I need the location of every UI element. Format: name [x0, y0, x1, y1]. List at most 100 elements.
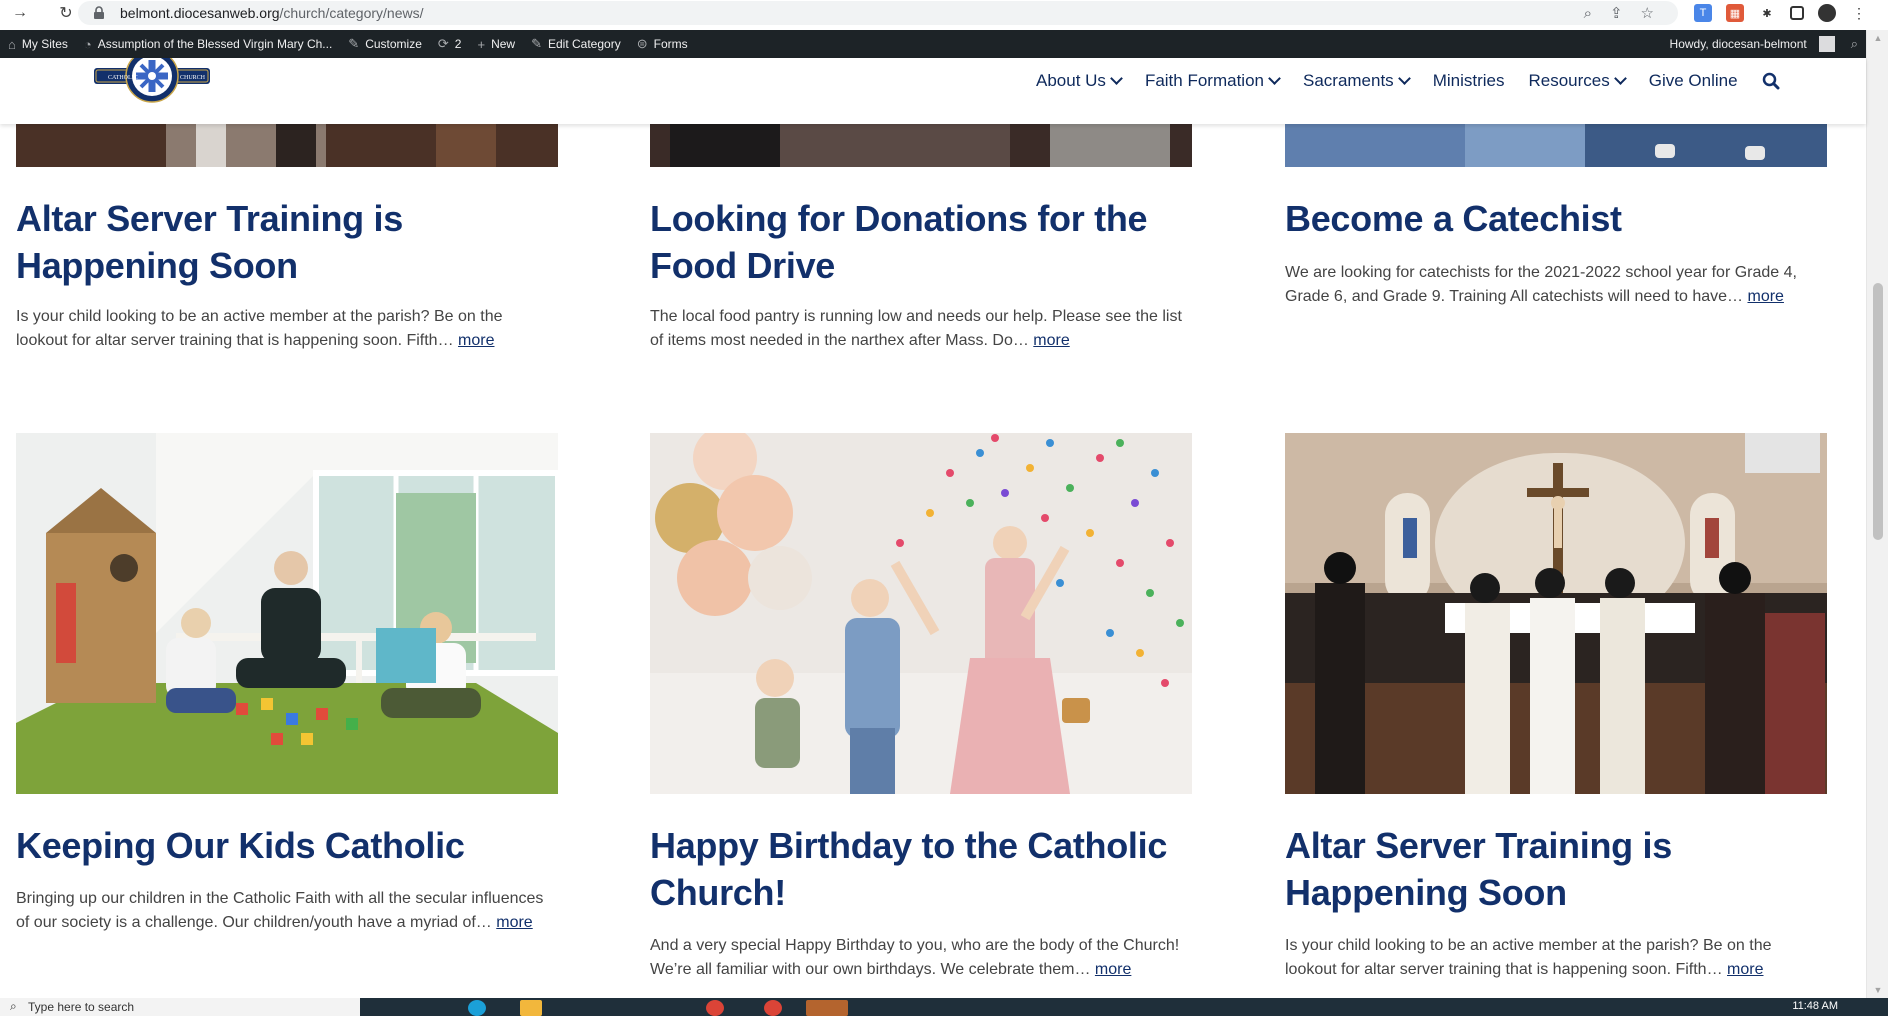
post-image-birthday-confetti[interactable] — [650, 433, 1192, 794]
nav-about-label: About Us — [1036, 71, 1106, 90]
post-image-catechist[interactable] — [1285, 124, 1827, 167]
search-icon[interactable] — [1762, 72, 1780, 90]
post-excerpt: Is your child looking to be an active me… — [1285, 934, 1827, 982]
post-card: Happy Birthday to the Catholic Church! A… — [650, 433, 1192, 982]
excerpt-text: The local food pantry is running low and… — [650, 308, 1182, 349]
more-link[interactable]: more — [1095, 961, 1131, 978]
more-link[interactable]: more — [1727, 961, 1763, 978]
taskbar-clock[interactable]: 11:48 AM — [1792, 1000, 1838, 1012]
reload-icon[interactable]: ↻ — [54, 1, 78, 25]
my-sites-label: My Sites — [21, 37, 68, 51]
customize-label: Customize — [365, 37, 422, 51]
post-card: Keeping Our Kids Catholic Bringing up ou… — [16, 433, 558, 935]
more-link[interactable]: more — [458, 332, 494, 349]
post-card: Altar Server Training is Happening Soon … — [1285, 433, 1827, 982]
taskbar-search-box[interactable]: ⌕ Type here to search — [0, 998, 360, 1016]
logo-right-text: CHURCH — [180, 75, 206, 81]
taskbar-chrome-icon-2[interactable] — [764, 1000, 782, 1016]
admin-search-icon[interactable]: ⌕ — [1843, 30, 1866, 58]
edit-category-label: Edit Category — [548, 37, 621, 51]
forward-arrow-icon[interactable]: → — [8, 1, 32, 25]
customize-link[interactable]: ✎ Customize — [340, 30, 430, 58]
profile-icon[interactable] — [1818, 4, 1836, 22]
plus-icon: + — [477, 36, 486, 52]
excerpt-text: Is your child looking to be an active me… — [1285, 937, 1772, 978]
side-panel-icon[interactable] — [1790, 6, 1804, 20]
taskbar-edge-icon[interactable] — [468, 1000, 486, 1016]
nav-resources-label: Resources — [1528, 71, 1610, 90]
post-title[interactable]: Become a Catechist — [1285, 195, 1827, 242]
site-name-menu[interactable]: ◔ Assumption of the Blessed Virgin Mary C… — [76, 30, 340, 58]
scroll-up-arrow-icon[interactable]: ▲ — [1867, 30, 1888, 46]
extension-translate-icon[interactable]: T — [1694, 4, 1712, 22]
nav-resources[interactable]: Resources — [1528, 71, 1627, 91]
nav-sacraments[interactable]: Sacraments — [1303, 71, 1411, 91]
my-sites-icon: ⌂ — [8, 36, 16, 52]
site-name-label: Assumption of the Blessed Virgin Mary Ch… — [97, 37, 333, 51]
address-bar[interactable]: belmont.diocesanweb.org/church/category/… — [78, 1, 1678, 25]
nav-faith-formation[interactable]: Faith Formation — [1144, 71, 1281, 91]
zoom-icon[interactable]: ⌕ — [1584, 5, 1592, 22]
post-excerpt: The local food pantry is running low and… — [650, 305, 1192, 353]
post-image-food-drive[interactable] — [650, 124, 1192, 167]
logo-left-text: CATHOLIC — [108, 75, 138, 81]
new-content-menu[interactable]: + New — [469, 30, 523, 58]
chevron-down-icon — [1268, 72, 1281, 85]
post-image-church-mass[interactable] — [1285, 433, 1827, 794]
post-title[interactable]: Looking for Donations for the Food Drive — [650, 195, 1192, 289]
page-scrollbar[interactable]: ▲ ▼ — [1866, 30, 1888, 998]
share-icon[interactable]: ⇪ — [1610, 4, 1623, 22]
excerpt-text: Is your child looking to be an active me… — [16, 308, 503, 349]
post-card: Altar Server Training is Happening Soon … — [16, 124, 558, 353]
taskbar-files-icon[interactable] — [520, 1000, 542, 1016]
taskbar-chrome-icon[interactable] — [706, 1000, 724, 1016]
more-link[interactable]: more — [1033, 332, 1069, 349]
browser-toolbar: → ↻ belmont.diocesanweb.org/church/categ… — [0, 0, 1888, 26]
forms-icon: ⊜ — [636, 36, 648, 51]
nav-about-us[interactable]: About Us — [1036, 71, 1123, 91]
nav-give-online[interactable]: Give Online — [1649, 71, 1738, 91]
browser-menu-icon[interactable]: ⋮ — [1850, 4, 1868, 22]
post-excerpt: Is your child looking to be an active me… — [16, 305, 558, 353]
howdy-label: Howdy, diocesan-belmont — [1669, 37, 1807, 51]
nav-faith-formation-label: Faith Formation — [1144, 71, 1264, 90]
chevron-down-icon — [1613, 72, 1627, 85]
bookmark-star-icon[interactable]: ☆ — [1641, 4, 1654, 22]
my-account-menu[interactable]: Howdy, diocesan-belmont — [1662, 30, 1843, 58]
edit-category-link[interactable]: ✎ Edit Category — [523, 30, 629, 58]
post-title[interactable]: Happy Birthday to the Catholic Church! — [650, 822, 1192, 916]
post-excerpt: Bringing up our children in the Catholic… — [16, 887, 558, 935]
post-card: Looking for Donations for the Food Drive… — [650, 124, 1192, 353]
scroll-thumb[interactable] — [1873, 283, 1883, 540]
pencil-icon: ✎ — [531, 36, 542, 51]
extensions-puzzle-icon[interactable]: ✱ — [1758, 4, 1776, 22]
parish-logo[interactable]: CATHOLIC CHURCH — [94, 58, 210, 110]
more-link[interactable]: more — [496, 914, 532, 931]
dashboard-icon: ◔ — [83, 36, 92, 52]
excerpt-text: We are looking for catechists for the 20… — [1285, 264, 1797, 305]
post-title[interactable]: Altar Server Training is Happening Soon — [16, 195, 558, 289]
post-image-altar-servers[interactable] — [16, 124, 558, 167]
chevron-down-icon — [1110, 72, 1123, 85]
extension-calendar-icon[interactable]: ▦ — [1726, 4, 1744, 22]
post-image-kids-playing[interactable] — [16, 433, 558, 794]
lock-icon — [94, 6, 104, 19]
taskbar-active-app-icon[interactable] — [806, 1000, 848, 1016]
taskbar-search-placeholder: Type here to search — [28, 1000, 135, 1014]
nav-ministries-label: Ministries — [1432, 71, 1505, 90]
scroll-down-arrow-icon[interactable]: ▼ — [1867, 982, 1888, 998]
post-title[interactable]: Keeping Our Kids Catholic — [16, 822, 558, 869]
nav-ministries[interactable]: Ministries — [1433, 71, 1505, 91]
forms-menu[interactable]: ⊜ Forms — [629, 30, 696, 58]
forms-label: Forms — [653, 37, 688, 51]
more-link[interactable]: more — [1747, 288, 1783, 305]
refresh-icon: ⟳ — [437, 36, 449, 51]
updates-count: 2 — [454, 37, 462, 51]
url-host: belmont.diocesanweb.org — [120, 5, 280, 21]
my-sites-menu[interactable]: ⌂ My Sites — [0, 30, 76, 58]
updates-link[interactable]: ⟳ 2 — [430, 30, 470, 58]
site-header: CATHOLIC CHURCH About Us Faith Formation… — [0, 58, 1866, 124]
post-excerpt: We are looking for catechists for the 20… — [1285, 261, 1827, 309]
post-title[interactable]: Altar Server Training is Happening Soon — [1285, 822, 1827, 916]
post-excerpt: And a very special Happy Birthday to you… — [650, 934, 1192, 982]
